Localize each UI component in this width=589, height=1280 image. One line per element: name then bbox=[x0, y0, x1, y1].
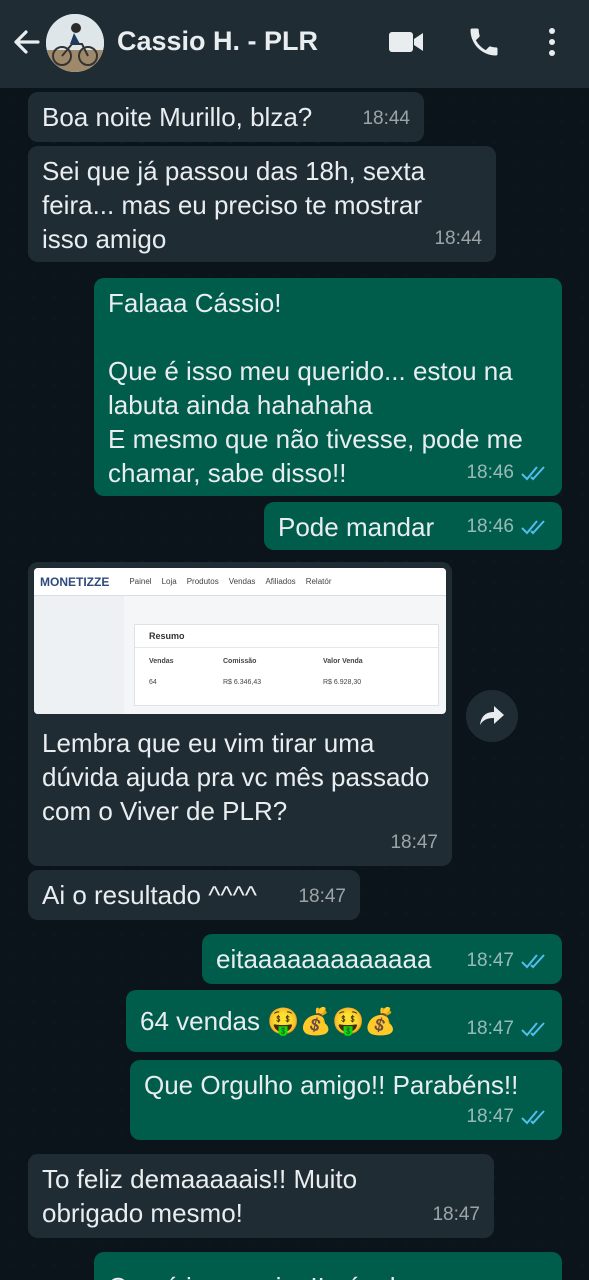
message-text: Boa noite Murillo, blza? bbox=[42, 102, 313, 132]
message-time: 18:47 bbox=[390, 832, 438, 853]
image-navbar: MONETIZZE Painel Loja Produtos Vendas Af… bbox=[34, 568, 446, 596]
read-receipt-icon bbox=[521, 1022, 545, 1037]
message-time: 18:47 bbox=[298, 886, 346, 907]
message-time: 18:47 bbox=[466, 950, 514, 971]
image-nav-item: Vendas bbox=[228, 577, 256, 586]
message-time: 18:47 bbox=[466, 1018, 514, 1039]
video-call-icon[interactable] bbox=[386, 24, 426, 60]
message-outgoing[interactable]: 64 vendas 🤑💰🤑💰 18:47 bbox=[126, 990, 562, 1052]
phone-icon[interactable] bbox=[466, 24, 502, 60]
message-outgoing[interactable]: Pode mandar 18:46 bbox=[264, 502, 562, 550]
message-outgoing[interactable]: eitaaaaaaaaaaaaa 18:47 bbox=[202, 934, 562, 984]
message-incoming[interactable]: Sei que já passou das 18h, sexta feira..… bbox=[28, 146, 496, 262]
chat-header: Cassio H. - PLR bbox=[0, 0, 589, 88]
message-outgoing[interactable]: Falaaa Cássio! Que é isso meu querido...… bbox=[94, 278, 562, 496]
message-incoming[interactable]: Ai o resultado ^^^^ 18:47 bbox=[28, 870, 360, 920]
message-time: 18:44 bbox=[434, 228, 482, 249]
image-sidebar bbox=[34, 596, 124, 714]
avatar[interactable] bbox=[46, 14, 104, 72]
image-logo: MONETIZZE bbox=[40, 574, 110, 589]
message-time: 18:46 bbox=[466, 462, 514, 483]
read-receipt-icon bbox=[521, 520, 545, 535]
contact-name[interactable]: Cassio H. - PLR bbox=[117, 26, 318, 57]
back-arrow-icon[interactable] bbox=[10, 24, 42, 60]
forward-icon bbox=[480, 706, 504, 725]
message-time: 18:47 bbox=[466, 1106, 514, 1127]
message-text: To feliz demaaaaais!! Muito obrigado mes… bbox=[42, 1164, 365, 1228]
more-options-icon[interactable] bbox=[540, 24, 564, 60]
message-text: Que Orgulho amigo!! Parabéns!! bbox=[144, 1070, 519, 1100]
image-col-header: Vendas bbox=[149, 658, 174, 665]
read-receipt-icon bbox=[521, 466, 545, 481]
message-time: 18:47 bbox=[432, 1204, 480, 1225]
forward-button[interactable] bbox=[466, 690, 518, 742]
image-summary-panel: Resumo Vendas Comissão Valor Venda 64 R$… bbox=[134, 624, 439, 706]
message-time: 18:46 bbox=[466, 516, 514, 537]
image-cell: R$ 6.928,30 bbox=[323, 679, 362, 686]
image-col-header: Comissão bbox=[223, 658, 257, 665]
message-incoming[interactable]: To feliz demaaaaais!! Muito obrigado mes… bbox=[28, 1154, 494, 1238]
message-text: Lembra que eu vim tirar uma dúvida ajuda… bbox=[42, 728, 437, 826]
image-nav-item: Relatór bbox=[305, 577, 332, 586]
image-nav-item: Afiliados bbox=[265, 577, 296, 586]
read-receipt-icon bbox=[521, 1110, 545, 1125]
message-text: Falaaa Cássio! Que é isso meu querido...… bbox=[108, 288, 523, 488]
message-time: 18:44 bbox=[362, 108, 410, 129]
message-text: Que é isso amigo!! nós demos bbox=[108, 1260, 548, 1280]
image-panel-title: Resumo bbox=[135, 625, 438, 648]
message-outgoing[interactable]: Que Orgulho amigo!! Parabéns!! 18:47 bbox=[130, 1060, 562, 1140]
chat-area[interactable]: Boa noite Murillo, blza? 18:44 Sei que j… bbox=[0, 88, 589, 1280]
image-col-header: Valor Venda bbox=[323, 658, 363, 665]
image-nav-item: Painel bbox=[129, 577, 152, 586]
image-nav-item: Produtos bbox=[186, 577, 219, 586]
image-nav-item: Loja bbox=[161, 577, 177, 586]
image-cell: R$ 6.346,43 bbox=[223, 679, 262, 686]
message-text: Sei que já passou das 18h, sexta feira..… bbox=[42, 156, 433, 254]
message-incoming[interactable]: Boa noite Murillo, blza? 18:44 bbox=[28, 92, 424, 142]
shared-screenshot-image[interactable]: MONETIZZE Painel Loja Produtos Vendas Af… bbox=[34, 568, 446, 714]
read-receipt-icon bbox=[521, 954, 545, 969]
message-outgoing[interactable]: Que é isso amigo!! nós demos bbox=[94, 1252, 562, 1280]
image-cell: 64 bbox=[149, 679, 157, 686]
